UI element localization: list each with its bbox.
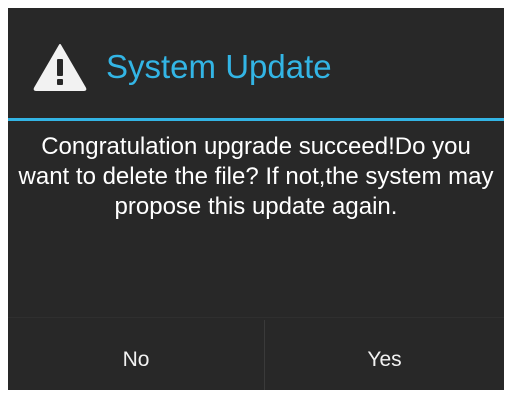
title-divider [8, 118, 504, 121]
dialog-message: Congratulation upgrade succeed!Do you wa… [18, 133, 494, 220]
dialog-title: System Update [106, 48, 332, 85]
dialog-title-bar: System Update [8, 8, 504, 120]
system-update-dialog: System Update Congratulation upgrade suc… [8, 8, 504, 390]
yes-button[interactable]: Yes [265, 318, 504, 390]
no-button[interactable]: No [8, 318, 264, 390]
warning-triangle-icon [32, 42, 88, 92]
